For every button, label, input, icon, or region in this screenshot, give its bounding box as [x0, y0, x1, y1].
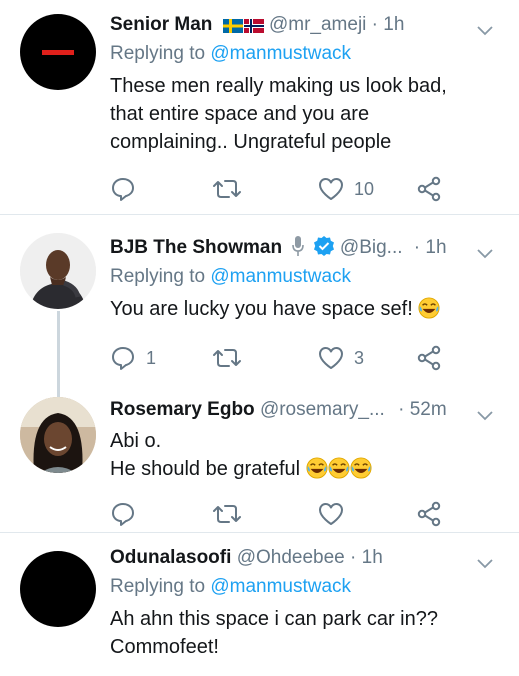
reply-button[interactable] [110, 174, 146, 204]
reply-to-link[interactable]: @manmustwack [210, 266, 351, 287]
share-button[interactable] [416, 499, 442, 529]
chevron-down-icon[interactable] [477, 401, 493, 431]
retweet-button[interactable] [212, 343, 242, 373]
avatar-photo [20, 233, 96, 309]
display-name[interactable]: BJB The Showman [110, 237, 282, 258]
tweet-3[interactable]: Rosemary Egbo @rosemary_... · 52m Abi o.… [0, 385, 519, 532]
sweden-flag-icon [222, 13, 243, 43]
chevron-down-icon[interactable] [477, 549, 493, 579]
like-button[interactable]: 10 [318, 174, 374, 204]
chevron-down-icon[interactable] [477, 16, 493, 46]
tweet-text-line: These men really making us look bad, [110, 75, 447, 97]
user-handle[interactable]: @rosemary_... [260, 399, 385, 420]
tweet-text-line: Ah ahn this space i can park car in?? [110, 608, 438, 630]
chevron-down-icon[interactable] [477, 239, 493, 269]
replying-to: Replying to @manmustwack [110, 263, 507, 291]
replying-to-label: Replying to [110, 576, 211, 597]
like-count: 10 [354, 178, 375, 199]
laughing-emoji-icon [418, 297, 440, 319]
user-handle[interactable]: @mr_ameji [269, 14, 366, 35]
tweet-text-line: that entire space and you are [110, 103, 370, 125]
retweet-button[interactable] [212, 174, 242, 204]
avatar[interactable] [20, 551, 96, 627]
like-count: 3 [354, 347, 365, 368]
tweet-text: Ah ahn this space i can park car in?? Co… [110, 605, 507, 661]
verified-badge-icon [313, 235, 335, 267]
display-name[interactable]: Senior Man [110, 14, 212, 35]
timestamp[interactable]: · 1h [414, 237, 447, 258]
reply-to-link[interactable]: @manmustwack [210, 576, 351, 597]
display-name[interactable]: Odunalasoofi [110, 547, 231, 568]
replying-to: Replying to @manmustwack [110, 573, 507, 601]
tweet-1[interactable]: Senior Man @mr_ameji · 1h Replying to @m… [0, 0, 519, 214]
tweet-4[interactable]: Odunalasoofi @Ohdeebee · 1h Replying to … [0, 533, 519, 676]
tweet-text: Abi o. He should be grateful [110, 427, 507, 483]
tweet-text: These men really making us look bad, tha… [110, 72, 507, 156]
share-button[interactable] [416, 343, 442, 373]
retweet-button[interactable] [212, 499, 242, 529]
like-button[interactable] [318, 499, 354, 529]
laughing-emoji-icon [306, 457, 328, 479]
avatar[interactable] [20, 14, 96, 90]
avatar-photo [20, 397, 96, 473]
avatar[interactable] [20, 233, 96, 309]
replying-to: Replying to @manmustwack [110, 40, 507, 68]
tweet-2[interactable]: BJB The Showman @Big... · 1h Replying to… [0, 215, 519, 397]
laughing-emoji-icon [328, 457, 350, 479]
timestamp[interactable]: · 52m [398, 399, 447, 420]
replying-to-label: Replying to [110, 43, 211, 64]
display-name[interactable]: Rosemary Egbo [110, 399, 255, 420]
reply-to-link[interactable]: @manmustwack [210, 43, 351, 64]
tweet-text: You are lucky you have space sef! [110, 295, 507, 323]
microphone-icon [291, 235, 305, 267]
like-button[interactable]: 3 [318, 343, 364, 373]
user-handle[interactable]: @Big... [340, 237, 403, 258]
laughing-emoji-icon [350, 457, 372, 479]
tweet-text-line: complaining.. Ungrateful people [110, 131, 392, 153]
tweet-text-line: You are lucky you have space sef! [110, 298, 413, 320]
reply-button[interactable] [110, 499, 146, 529]
reply-count: 1 [146, 347, 157, 368]
replying-to-label: Replying to [110, 266, 211, 287]
tweet-text-line: He should be grateful [110, 458, 301, 480]
share-button[interactable] [416, 174, 442, 204]
timestamp[interactable]: · 1h [350, 547, 383, 568]
reply-button[interactable]: 1 [110, 343, 156, 373]
avatar[interactable] [20, 397, 96, 473]
user-handle[interactable]: @Ohdeebee [237, 547, 345, 568]
timestamp[interactable]: · 1h [372, 14, 405, 35]
tweet-text-line: Abi o. [110, 430, 162, 452]
avatar-red-bar [42, 50, 74, 55]
norway-flag-icon [243, 13, 264, 43]
tweet-text-line: Commofeet! [110, 636, 219, 658]
